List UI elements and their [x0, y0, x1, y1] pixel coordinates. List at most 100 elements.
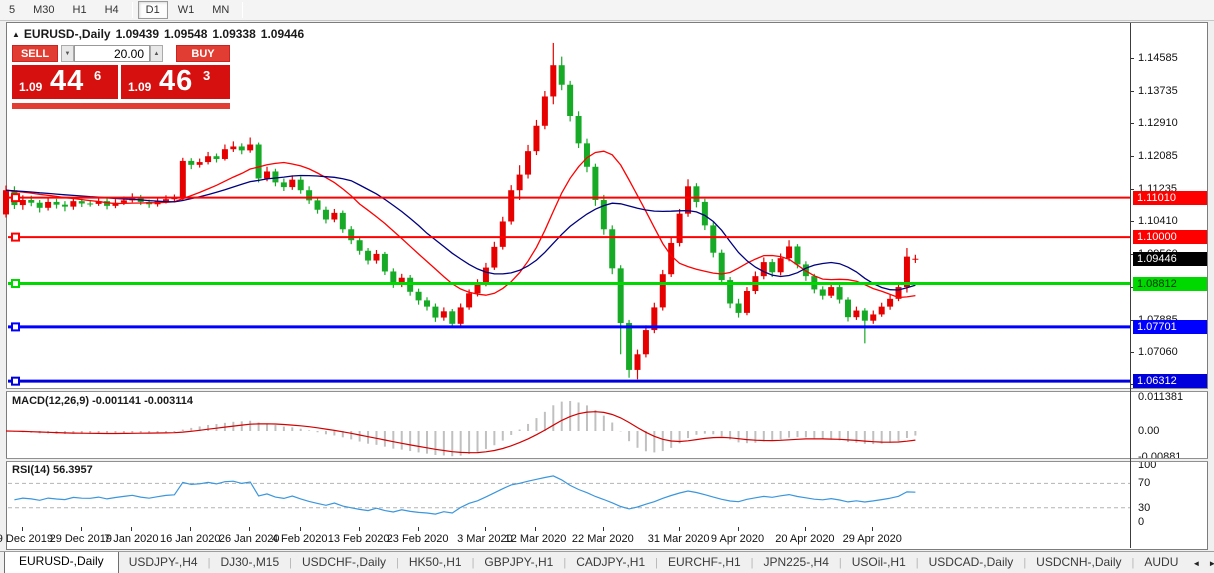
- candle: [3, 190, 9, 214]
- level-marker-1.11010[interactable]: [12, 194, 19, 201]
- tab-scroll-left-icon[interactable]: ◄: [1192, 559, 1200, 568]
- tab-usdjpy-h4[interactable]: USDJPY-,H4: [119, 552, 208, 573]
- current-price-chip: 1.09446: [1133, 252, 1207, 266]
- candle: [45, 202, 51, 208]
- tab-usdchf-daily[interactable]: USDCHF-,Daily: [292, 552, 396, 573]
- date-label: 16 Jan 2020: [160, 533, 221, 545]
- candle: [618, 268, 624, 323]
- timeframe-button-m30[interactable]: M30: [25, 1, 62, 19]
- candle: [786, 246, 792, 258]
- candle: [525, 151, 531, 174]
- date-label: 12 Mar 2020: [505, 533, 567, 545]
- panel-separator-macd[interactable]: [6, 388, 1208, 392]
- rsi-chart-canvas[interactable]: [8, 462, 1130, 526]
- toolbar-separator: [242, 2, 243, 18]
- level-price-chip: 1.06312: [1133, 374, 1207, 388]
- sell-price-pip: 6: [94, 68, 101, 83]
- candle: [306, 190, 312, 200]
- timeframe-button-mn[interactable]: MN: [204, 1, 237, 19]
- candle: [37, 203, 43, 208]
- candle: [373, 254, 379, 261]
- sell-button[interactable]: SELL: [12, 45, 58, 62]
- candle: [205, 156, 211, 162]
- symbol-tab-bar: EURUSD-,DailyUSDJPY-,H4|DJ30-,M15|USDCHF…: [0, 551, 1214, 573]
- candle: [230, 146, 236, 149]
- tab-scroll-right-icon[interactable]: ►: [1208, 559, 1214, 568]
- axis-tick-label: 1.10410: [1138, 215, 1178, 227]
- level-marker-1.07701[interactable]: [12, 323, 19, 330]
- candle: [508, 190, 514, 221]
- tab-usoil-h1[interactable]: USOil-,H1: [842, 552, 916, 573]
- candle: [879, 307, 885, 315]
- timeframe-toolbar: 5M30H1H4 D1W1MN: [0, 0, 1214, 21]
- candle: [222, 149, 228, 159]
- rsi-indicator-label: RSI(14) 56.3957: [12, 464, 93, 476]
- ohlc-close: 1.09446: [261, 27, 304, 41]
- tab-eurchf-h1[interactable]: EURCHF-,H1: [658, 552, 751, 573]
- date-label: 19 Dec 2019: [0, 533, 53, 545]
- date-tick: [872, 527, 873, 531]
- tab-usdcad-daily[interactable]: USDCAD-,Daily: [919, 552, 1024, 573]
- candle: [609, 229, 615, 268]
- date-label: 9 Apr 2020: [711, 533, 764, 545]
- candle: [491, 247, 497, 268]
- tab-jpn225-h4[interactable]: JPN225-,H4: [754, 552, 839, 573]
- date-label: 7 Jan 2020: [104, 533, 158, 545]
- candle: [256, 145, 262, 179]
- date-label: 29 Dec 2019: [50, 533, 112, 545]
- chart-title: ▲EURUSD-,Daily1.094391.095481.093381.094…: [12, 27, 304, 41]
- candle: [180, 161, 186, 198]
- candle: [416, 292, 422, 301]
- symbol-period-label: EURUSD-,Daily: [24, 27, 111, 41]
- candle: [559, 65, 565, 85]
- timeframe-button-d1[interactable]: D1: [138, 1, 168, 19]
- candle: [820, 289, 826, 295]
- volume-input[interactable]: [74, 45, 150, 62]
- rsi-axis-label: 0: [1138, 516, 1144, 528]
- volume-decrease-button[interactable]: ▼: [61, 45, 74, 62]
- candle: [845, 300, 851, 318]
- macd-histogram: [6, 401, 915, 456]
- candle: [685, 186, 691, 213]
- rsi-axis-label: 70: [1138, 477, 1150, 489]
- tab-gbpjpy-h1[interactable]: GBPJPY-,H1: [474, 552, 563, 573]
- candle: [862, 311, 868, 321]
- tab-usdcnh-daily[interactable]: USDCNH-,Daily: [1026, 552, 1131, 573]
- level-marker-1.10000[interactable]: [12, 234, 19, 241]
- macd-main-value: -0.001141: [92, 395, 141, 407]
- price-axis-line: [1130, 23, 1131, 548]
- level-price-chip: 1.08812: [1133, 277, 1207, 291]
- level-marker-1.08812[interactable]: [12, 280, 19, 287]
- buy-price-button[interactable]: 1.09 46 3: [121, 65, 230, 99]
- tab-hk50-h1[interactable]: HK50-,H1: [399, 552, 472, 573]
- timeframe-button-w1[interactable]: W1: [170, 1, 203, 19]
- timeframe-button-5[interactable]: 5: [1, 1, 23, 19]
- axis-tick-label: 1.13735: [1138, 85, 1178, 97]
- volume-increase-button[interactable]: ▲: [150, 45, 163, 62]
- date-tick: [603, 527, 604, 531]
- tab-audu[interactable]: AUDU: [1134, 552, 1188, 573]
- tab-cadjpy-h1[interactable]: CADJPY-,H1: [566, 552, 655, 573]
- candle: [70, 201, 76, 206]
- rsi-axis-label: 30: [1138, 502, 1150, 514]
- level-marker-1.06312[interactable]: [12, 378, 19, 385]
- buy-button[interactable]: BUY: [176, 45, 230, 62]
- timeframe-button-h4[interactable]: H4: [97, 1, 127, 19]
- tab-eurusd-daily[interactable]: EURUSD-,Daily: [4, 551, 119, 573]
- candle: [778, 258, 784, 272]
- candle: [576, 116, 582, 143]
- sell-price-button[interactable]: 1.09 44 6: [12, 65, 118, 99]
- candle: [357, 240, 363, 251]
- candle: [592, 167, 598, 200]
- date-label: 4 Feb 2020: [272, 533, 328, 545]
- candle: [550, 65, 556, 96]
- candle: [870, 314, 876, 320]
- panel-separator-rsi[interactable]: [6, 458, 1208, 462]
- candle: [761, 262, 767, 276]
- collapse-arrow-icon[interactable]: ▲: [12, 30, 20, 39]
- tab-dj30-m15[interactable]: DJ30-,M15: [210, 552, 289, 573]
- timeframe-button-h1[interactable]: H1: [65, 1, 95, 19]
- buy-price-pip: 3: [203, 68, 210, 83]
- candle: [500, 221, 506, 246]
- candle: [197, 162, 203, 165]
